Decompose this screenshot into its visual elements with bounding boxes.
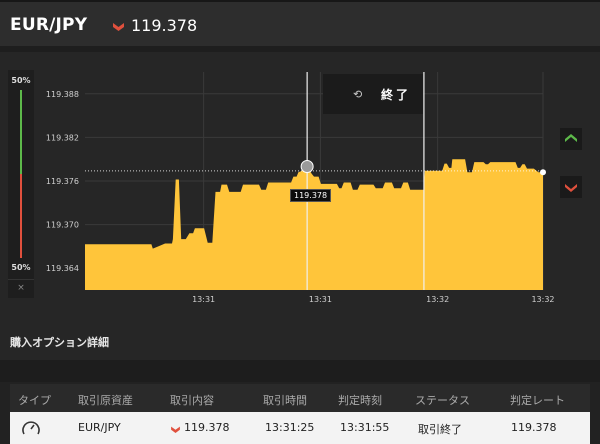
history-icon: ⟲ <box>353 88 363 101</box>
section-gap <box>0 360 600 382</box>
y-tick-label: 119.382 <box>46 133 79 142</box>
row-status: 取引終了 <box>418 423 462 436</box>
end-label: 終了 <box>381 88 412 102</box>
call-button[interactable] <box>560 128 582 150</box>
entry-marker <box>300 159 314 173</box>
table-row[interactable]: EUR/JPY 119.378 13:31:25 13:31:55 取引終了 1… <box>10 412 590 444</box>
col-judge-time: 判定時刻 <box>338 394 382 407</box>
chevron-down-icon <box>565 184 577 192</box>
section-title: 購入オプション詳細 <box>10 336 109 349</box>
row-judge-time: 13:31:55 <box>340 421 390 434</box>
clock-icon <box>22 421 40 435</box>
col-rate: 判定レート <box>510 394 565 407</box>
entry-price-label: 119.378 <box>290 189 332 202</box>
down-arrow-icon <box>171 426 180 433</box>
row-rate: 119.378 <box>511 421 557 434</box>
put-button[interactable] <box>560 176 582 198</box>
options-table: タイプ 取引原資産 取引内容 取引時間 判定時刻 ステータス 判定レート EUR… <box>10 384 590 444</box>
y-tick-label: 119.388 <box>46 90 79 99</box>
x-tick-label: 13:31 <box>192 295 215 304</box>
y-tick-label: 119.370 <box>46 221 79 230</box>
col-status: ステータス <box>415 394 470 407</box>
col-asset: 取引原資産 <box>78 394 133 407</box>
row-trade-time: 13:31:25 <box>265 421 315 434</box>
table-header: タイプ 取引原資産 取引内容 取引時間 判定時刻 ステータス 判定レート <box>10 384 590 412</box>
y-tick-label: 119.376 <box>46 177 79 186</box>
row-content: 119.378 <box>184 421 230 434</box>
col-content: 取引内容 <box>170 394 214 407</box>
chevron-up-icon <box>565 134 577 142</box>
price-chart: 119.388 119.382 119.376 119.370 119.364 13:31… <box>46 72 555 304</box>
col-trade-time: 取引時間 <box>263 394 307 407</box>
last-price-dot <box>540 169 546 176</box>
row-asset: EUR/JPY <box>78 421 121 434</box>
x-tick-label: 13:32 <box>426 295 449 304</box>
x-tick-label: 13:31 <box>309 295 332 304</box>
col-type: タイプ <box>18 394 51 407</box>
x-tick-label: 13:32 <box>531 295 554 304</box>
y-tick-label: 119.364 <box>46 264 79 273</box>
